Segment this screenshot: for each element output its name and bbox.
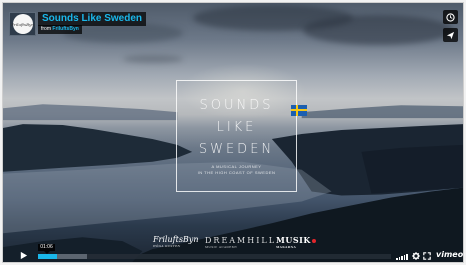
- title-card-line1: SOUNDS: [199, 98, 274, 113]
- dreamhill-logo-sub: MUSIC ACADEMY: [205, 245, 238, 249]
- gear-icon[interactable]: [412, 252, 420, 260]
- video-byline: from FriluftsByn: [38, 25, 82, 34]
- progress-bar[interactable]: [38, 254, 391, 259]
- fullscreen-icon[interactable]: [423, 252, 431, 260]
- title-card-line2: LIKE: [216, 120, 257, 135]
- owner-link[interactable]: FriluftsByn: [52, 26, 78, 32]
- video-title[interactable]: Sounds Like Sweden: [38, 12, 147, 26]
- clock-icon: [446, 12, 455, 22]
- title-card-subtitle1: A MUSICAL JOURNEY: [211, 164, 262, 169]
- red-dot-icon: [311, 239, 316, 243]
- watch-later-button[interactable]: [443, 10, 458, 24]
- musikmakarna-logo-sub: MAKARNA: [276, 245, 297, 249]
- channel-portrait[interactable]: FriluftsByn: [9, 12, 36, 36]
- vimeo-logo[interactable]: vimeo: [436, 250, 463, 259]
- friluftsbyn-logo-sub: HÖGA KUSTEN: [153, 244, 181, 248]
- byline-prefix: from: [41, 26, 51, 32]
- paper-plane-icon: [446, 31, 455, 39]
- dreamhill-logo: DREAMHILL MUSIC ACADEMY: [205, 236, 276, 249]
- progress-played: [38, 254, 58, 259]
- musikmakarna-logo-text: MUSIK: [276, 235, 311, 245]
- title-card-subtitle2: IN THE HIGH COAST OF SWEDEN: [197, 170, 276, 175]
- play-button[interactable]: [16, 249, 30, 262]
- dreamhill-logo-text: DREAMHILL: [205, 236, 277, 245]
- friluftsbyn-logo-text: FriluftsByn: [153, 235, 199, 244]
- title-card: SOUNDS LIKE SWEDEN A MUSICAL JOURNEY IN …: [176, 80, 307, 192]
- friluftsbyn-logo: FriluftsByn HÖGA KUSTEN: [153, 235, 198, 248]
- swedish-flag-icon: [291, 105, 307, 116]
- musikmakarna-logo: MUSIK MAKARNA: [276, 235, 316, 249]
- volume-bars-icon[interactable]: [396, 254, 408, 260]
- time-indicator: 01:06: [38, 244, 55, 254]
- play-icon: [20, 251, 27, 260]
- video-player[interactable]: FriluftsByn Sounds Like Sweden from Fril…: [2, 2, 464, 263]
- title-card-line3: SWEDEN: [198, 142, 275, 157]
- channel-portrait-logo: FriluftsByn: [11, 14, 34, 34]
- share-button[interactable]: [443, 28, 458, 42]
